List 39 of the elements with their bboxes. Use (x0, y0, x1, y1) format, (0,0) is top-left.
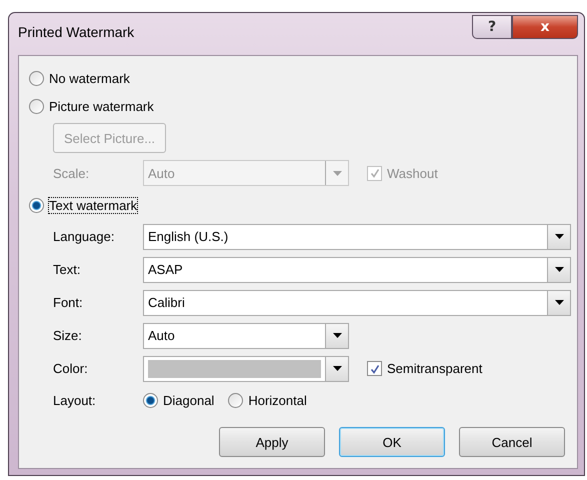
caret-icon (554, 300, 564, 305)
checkmark-icon (370, 168, 380, 178)
dropdown-field[interactable]: Calibri (143, 290, 571, 316)
caret-icon (332, 366, 342, 371)
dialog-button[interactable]: OK (339, 427, 445, 457)
field-label: Size: (53, 328, 83, 343)
radio-label: Horizontal (248, 392, 307, 408)
dropdown-field[interactable]: Auto (143, 322, 349, 348)
help-button[interactable]: ? (472, 15, 512, 39)
close-button[interactable]: x (512, 15, 578, 39)
semitransparent-checkbox[interactable] (367, 361, 382, 376)
checkmark-icon (370, 364, 380, 374)
radio-button[interactable] (143, 392, 158, 408)
dropdown-field[interactable] (143, 356, 349, 382)
washout-label: Washout (387, 166, 438, 180)
dropdown-field[interactable]: ASAP (143, 256, 571, 282)
caret-icon (554, 234, 564, 239)
caret-icon (332, 333, 342, 338)
caret-icon (332, 170, 342, 176)
radio-label: Picture watermark (49, 98, 154, 114)
dropdown-field[interactable]: English (U.S.) (143, 224, 571, 250)
scale-label: Scale: (53, 166, 90, 180)
dialog-button[interactable]: Cancel (459, 427, 565, 457)
field-label: Layout: (53, 392, 97, 408)
field-label: Color: (53, 361, 89, 376)
radio-button[interactable] (29, 198, 44, 212)
caret-icon (554, 267, 564, 272)
radio-label: Diagonal (163, 392, 214, 408)
field-label: Language: (53, 229, 116, 244)
checkbox-label: Semitransparent (387, 361, 482, 376)
field-label: Font: (53, 295, 84, 310)
radio-button[interactable] (29, 98, 44, 114)
radio-label: Text watermark (49, 198, 138, 212)
field-label: Text: (53, 262, 82, 277)
window-title: Printed Watermark (18, 24, 134, 40)
dialog-button[interactable]: Apply (219, 427, 325, 457)
radio-button[interactable] (29, 70, 44, 86)
radio-label: No watermark (49, 70, 130, 86)
radio-button[interactable] (228, 392, 244, 408)
